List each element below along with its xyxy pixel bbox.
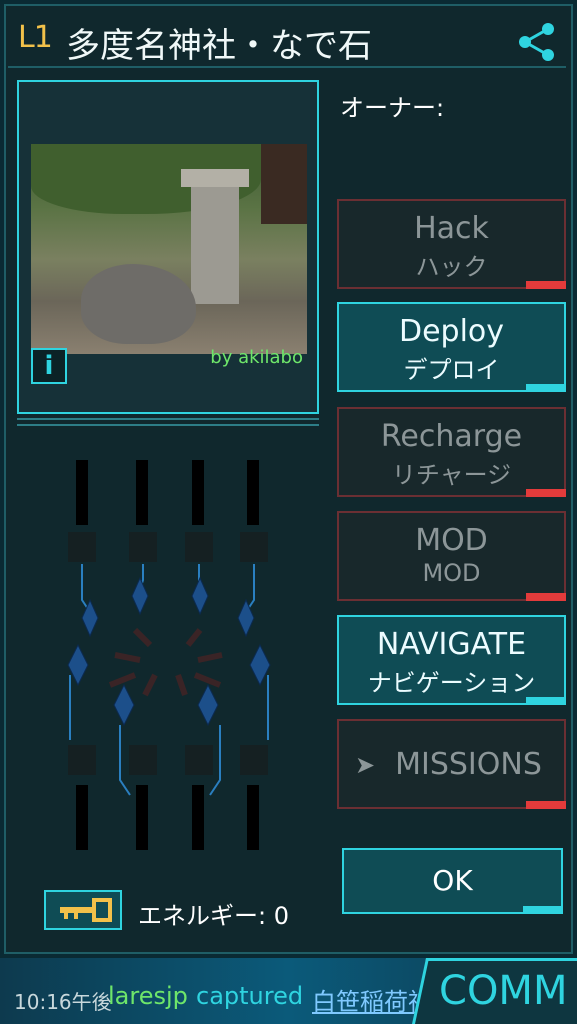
resonator-crystals [67,576,271,727]
ok-button-label: OK [432,864,473,897]
hack-button-sublabel: ハック [415,253,488,281]
info-button[interactable]: i [31,348,67,384]
resonator-diagram [67,460,271,850]
resonator-slots-bottom [68,745,268,850]
comm-time: 10:16午後 [14,990,112,1014]
button-corner-accent [526,593,566,601]
hack-button[interactable]: Hack ハック [337,199,566,289]
button-corner-accent [526,384,566,392]
missions-button-label: MISSIONS [395,747,542,782]
key-icon [60,898,112,922]
portal-photo-panel: by akilabo i [17,80,319,414]
portal-level-badge: L1 [18,20,53,55]
recharge-button-label: Recharge [380,419,523,454]
recharge-button[interactable]: Recharge リチャージ [337,407,566,497]
panel-divider [17,424,319,426]
missions-button[interactable]: ➤ MISSIONS [337,719,566,809]
deploy-button-sublabel: デプロイ [403,356,500,384]
photo-credit: by akilabo [210,347,303,368]
button-corner-accent [526,281,566,289]
photo-lantern [191,174,239,304]
resonator-slots-top [68,460,268,562]
hack-button-label: Hack [414,211,489,246]
title-bar: L1 多度名神社・なで石 [6,8,571,68]
deploy-button-label: Deploy [398,314,505,349]
photo-shrine [261,144,307,224]
navigate-button[interactable]: NAVIGATE ナビゲーション [337,615,566,705]
button-corner-accent [526,801,566,809]
comm-button-label: COMM [438,968,568,1014]
mod-button[interactable]: MOD MOD [337,511,566,601]
portal-title: 多度名神社・なで石 [66,26,372,66]
button-corner-accent [526,489,566,497]
navigate-button-label: NAVIGATE [376,627,527,662]
comm-agent-name[interactable]: laresjp [108,982,188,1010]
mod-button-label: MOD [415,523,488,558]
resonator-spokes [108,627,223,697]
portal-photo[interactable] [31,144,307,354]
button-corner-accent [526,697,566,705]
resonator-links [69,564,269,796]
photo-stone [81,264,196,344]
button-corner-accent [523,906,563,914]
panel-divider [17,418,319,420]
ok-button[interactable]: OK [342,848,563,914]
title-divider [8,66,566,68]
mod-button-sublabel: MOD [422,559,481,587]
recharge-button-sublabel: リチャージ [391,461,512,489]
comm-action-text: captured [196,982,304,1010]
deploy-button[interactable]: Deploy デプロイ [337,302,566,392]
navigate-button-sublabel: ナビゲーション [367,669,536,697]
key-button[interactable] [44,890,122,930]
owner-label: オーナー: [340,94,445,122]
share-icon[interactable] [514,20,558,64]
photo-lantern-roof [181,169,249,187]
energy-label: エネルギー: 0 [138,902,289,930]
comm-button[interactable]: COMM [412,958,577,1024]
